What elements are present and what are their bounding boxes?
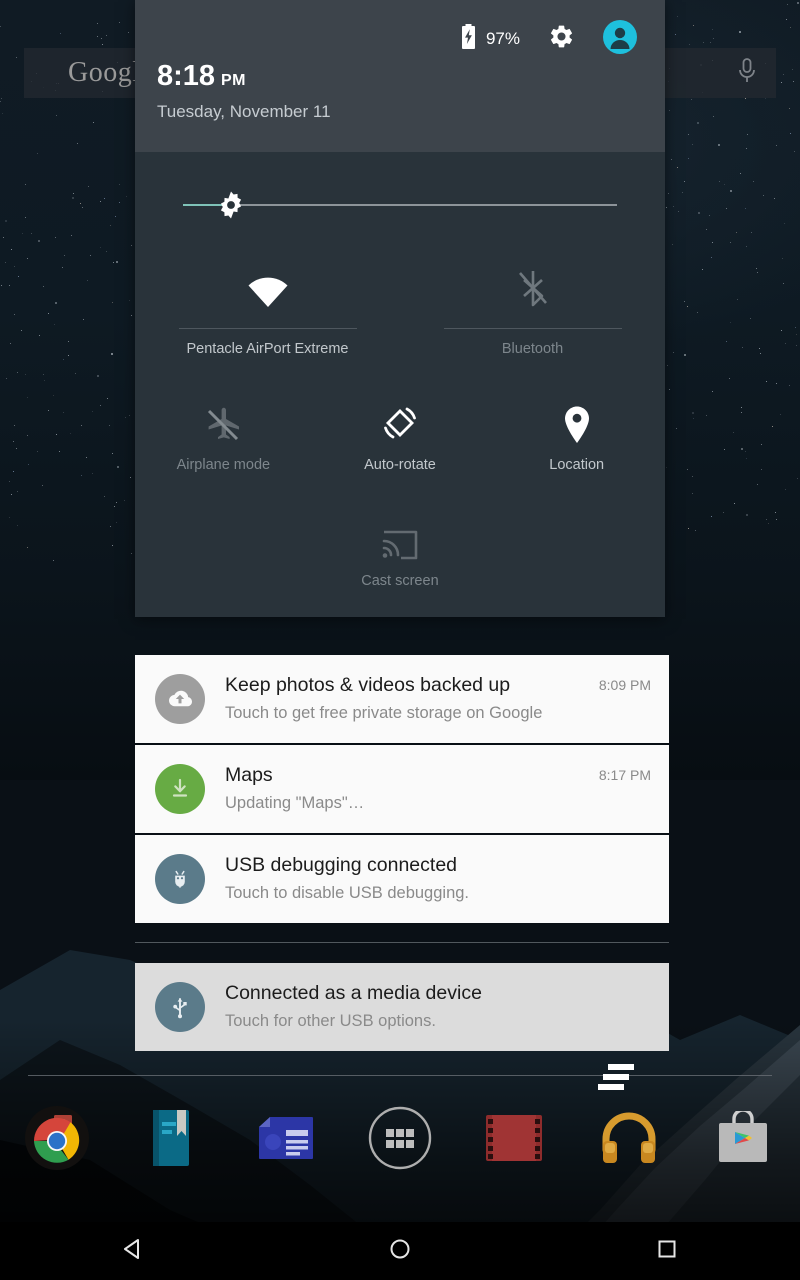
play-movies-icon [484, 1113, 544, 1168]
dock-item-play-books[interactable] [114, 1108, 228, 1173]
notification-title: USB debugging connected [225, 854, 458, 876]
notification-item[interactable]: USB debugging connected Touch to disable… [135, 835, 669, 923]
qs-tile-label-cast: Cast screen [361, 573, 439, 589]
notification-time: 8:17 PM [598, 767, 651, 783]
dock-item-all-apps[interactable] [343, 1104, 457, 1177]
brightness-row [135, 152, 665, 219]
qs-tile-label-bluetooth: Bluetooth [501, 341, 564, 357]
notification-item[interactable]: Keep photos & videos backed up Touch to … [135, 655, 669, 743]
tile-underline [178, 328, 357, 329]
home-circle-icon [387, 1236, 413, 1267]
auto-rotate-icon [378, 399, 422, 445]
clock-time: 8:18 [157, 60, 216, 92]
nav-recents-button[interactable] [533, 1236, 800, 1267]
dock-item-play-newsstand[interactable] [229, 1113, 343, 1168]
app-drawer-icon [366, 1104, 434, 1177]
notification-list: Keep photos & videos backed up Touch to … [135, 655, 669, 1053]
back-triangle-icon [120, 1236, 146, 1267]
notification-item[interactable]: Maps Updating "Maps"… 8:17 PM [135, 745, 669, 833]
clock-ampm: PM [221, 72, 246, 89]
qs-tile-auto-rotate[interactable]: Auto-rotate [312, 373, 489, 473]
date-label: Tuesday, November 11 [157, 102, 331, 121]
cloud-upload-icon [155, 674, 205, 724]
qs-tile-location[interactable]: Location [488, 373, 665, 473]
dock-item-play-store[interactable] [686, 1107, 800, 1170]
notification-title: Connected as a media device [225, 982, 482, 1004]
notification-text: USB debugging connected Touch to disable… [225, 854, 651, 904]
quick-settings-body: Pentacle AirPort Extreme Bluetooth Airpl… [135, 152, 665, 617]
user-avatar-icon[interactable] [603, 19, 637, 59]
notification-subtitle: Touch to get free private storage on Goo… [225, 704, 543, 723]
microphone-icon[interactable] [736, 56, 758, 91]
notification-subtitle: Touch for other USB options. [225, 1012, 436, 1031]
clear-bar [603, 1074, 629, 1080]
play-books-icon [146, 1108, 196, 1173]
qs-tile-label-airplane: Airplane mode [176, 457, 271, 473]
clock-block[interactable]: 8:18 PM Tuesday, November 11 [157, 62, 331, 122]
dock-item-chrome[interactable] [0, 1105, 114, 1176]
brightness-slider[interactable] [183, 191, 617, 219]
clear-bar [608, 1064, 634, 1070]
battery-charging-icon [460, 24, 477, 54]
notification-title: Keep photos & videos backed up [225, 674, 511, 696]
qs-tile-wifi[interactable]: Pentacle AirPort Extreme [135, 240, 400, 357]
notification-text: Connected as a media device Touch for ot… [225, 982, 651, 1032]
android-debug-icon [155, 854, 205, 904]
qs-tile-airplane[interactable]: Airplane mode [135, 373, 312, 473]
clear-bar [598, 1084, 624, 1090]
quick-settings-header: 97% 8:18 PM Tuesday, November 11 [135, 0, 665, 152]
notification-item-ongoing[interactable]: Connected as a media device Touch for ot… [135, 963, 669, 1051]
notification-text: Maps Updating "Maps"… [225, 764, 599, 814]
clear-all-icon[interactable] [598, 1063, 634, 1091]
tile-underline [443, 328, 622, 329]
qs-tile-row-3: Cast screen [135, 489, 665, 589]
navigation-bar [0, 1222, 800, 1280]
bluetooth-off-icon [515, 262, 551, 308]
nav-back-button[interactable] [0, 1236, 267, 1267]
play-music-icon [598, 1110, 660, 1171]
gear-icon[interactable] [548, 23, 575, 55]
dock-item-play-movies[interactable] [457, 1113, 571, 1168]
qs-tile-label-auto-rotate: Auto-rotate [364, 457, 436, 473]
airplane-off-icon [203, 399, 243, 445]
usb-icon [155, 982, 205, 1032]
cast-screen-icon [381, 515, 419, 561]
notification-subtitle: Touch to disable USB debugging. [225, 884, 470, 903]
qs-tile-row-2: Airplane mode Auto-rotate Location [135, 373, 665, 473]
notification-section-divider [135, 942, 669, 943]
brightness-sun-icon[interactable] [213, 187, 249, 228]
shade-handle-line [28, 1075, 772, 1076]
notification-subtitle: Updating "Maps"… [225, 794, 365, 813]
location-pin-icon [562, 399, 592, 445]
nav-home-button[interactable] [267, 1236, 534, 1267]
qs-tile-label-wifi: Pentacle AirPort Extreme [186, 341, 349, 357]
download-arrow-icon [155, 764, 205, 814]
chrome-icon [24, 1105, 90, 1176]
play-newsstand-icon [256, 1113, 316, 1168]
battery-status: 97% [460, 24, 520, 54]
qs-tile-label-location: Location [549, 457, 605, 473]
battery-percent: 97% [485, 29, 520, 48]
qs-tile-bluetooth[interactable]: Bluetooth [400, 240, 665, 357]
dock-item-play-music[interactable] [571, 1110, 685, 1171]
play-store-icon [715, 1107, 771, 1170]
notification-shade: 97% 8:18 PM Tuesday, November 11 Pentacl… [135, 0, 665, 617]
home-dock [0, 1100, 800, 1180]
notification-title: Maps [225, 764, 273, 786]
qs-tile-cast[interactable]: Cast screen [312, 489, 489, 589]
recents-square-icon [654, 1236, 680, 1267]
clock: 8:18 PM [157, 62, 331, 91]
notification-time: 8:09 PM [598, 677, 651, 693]
notification-text: Keep photos & videos backed up Touch to … [225, 674, 599, 724]
wifi-icon [247, 262, 289, 308]
qs-tile-row-1: Pentacle AirPort Extreme Bluetooth [135, 240, 665, 357]
